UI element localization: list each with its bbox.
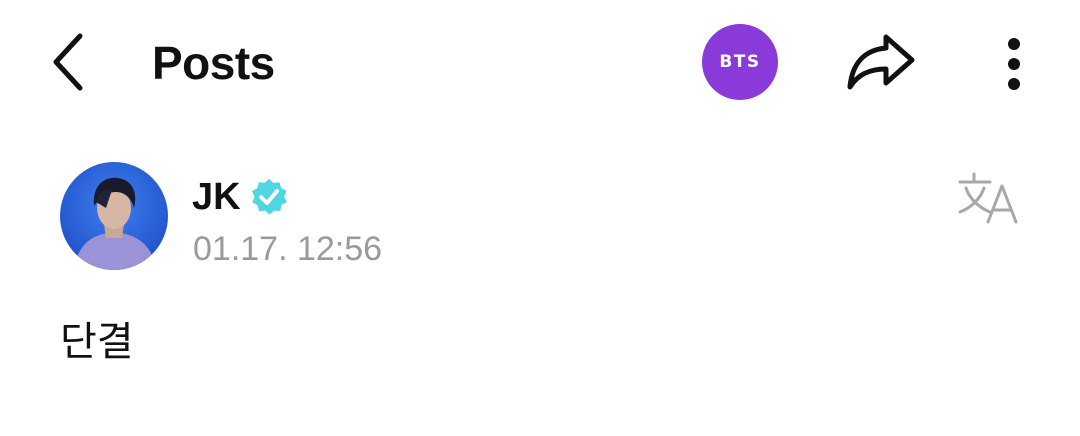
community-badge[interactable]: BTS	[702, 24, 778, 100]
back-button[interactable]	[40, 30, 100, 94]
post-body: 단결	[60, 319, 134, 365]
verified-badge-icon	[249, 177, 289, 217]
page-title: Posts	[152, 37, 275, 89]
avatar-image	[60, 162, 168, 270]
author-name[interactable]: JK	[192, 175, 241, 219]
post-header: JK 01.17. 12:56	[0, 150, 1080, 280]
share-arrow-icon	[847, 34, 915, 90]
more-options-button[interactable]	[988, 24, 1040, 100]
translate-button[interactable]	[950, 166, 1028, 230]
top-bar: Posts BTS	[0, 0, 1080, 128]
author-row: JK	[192, 172, 289, 222]
avatar[interactable]	[60, 162, 168, 270]
vertical-dots-icon	[1008, 38, 1020, 90]
translate-icon	[958, 172, 1018, 224]
post-timestamp: 01.17. 12:56	[193, 230, 383, 268]
share-button[interactable]	[838, 24, 924, 100]
chevron-left-icon	[53, 33, 83, 91]
